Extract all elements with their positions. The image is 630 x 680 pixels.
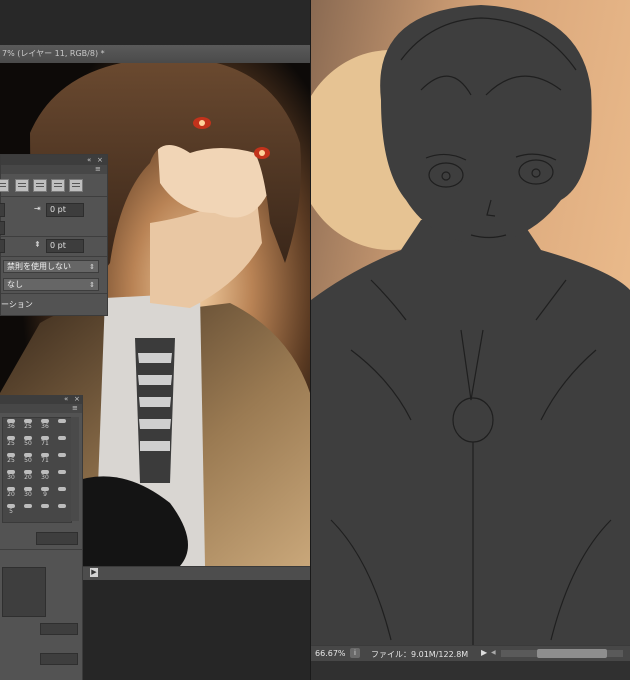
brush-grid-scrollbar[interactable] [71, 417, 79, 521]
brush-preset[interactable] [54, 486, 70, 499]
kinsoku-select[interactable]: 禁則を使用しない ⇕ [3, 260, 99, 273]
panel-tab-strip [0, 404, 82, 413]
mojikumi-select-value: なし [7, 280, 23, 289]
brush-preset[interactable]: 36 [3, 418, 19, 431]
brush-preset[interactable]: 5 [3, 503, 19, 516]
info-icon[interactable]: i [350, 648, 360, 658]
workspace-background [311, 661, 630, 680]
brush-preset[interactable]: 50 [20, 452, 36, 465]
horizontal-scroll-thumb[interactable] [537, 649, 607, 658]
align-left-button[interactable] [0, 179, 9, 192]
brush-preset[interactable]: 30 [3, 469, 19, 482]
collapse-icon[interactable]: « [87, 156, 91, 164]
brush-preset[interactable]: 25 [20, 418, 36, 431]
justify-left-button[interactable] [51, 179, 65, 192]
divider [1, 293, 107, 294]
brush-preset[interactable]: 71 [37, 452, 53, 465]
kinsoku-select-value: 禁則を使用しない [7, 262, 71, 271]
play-icon[interactable]: ▶ [481, 648, 489, 658]
panel-header[interactable] [0, 395, 82, 404]
document-window-right: 66.67% i ファイル：9.01M/122.8M ▶ ◀ [311, 0, 630, 680]
first-line-indent-field[interactable] [0, 221, 5, 235]
select-arrow-icon: ⇕ [89, 263, 95, 271]
brush-preset[interactable]: 9 [37, 486, 53, 499]
hyphenation-checkbox-label[interactable]: ーション [1, 299, 33, 310]
collapse-icon[interactable]: « [64, 395, 68, 403]
brush-option-field[interactable] [40, 653, 78, 665]
brush-preset[interactable] [54, 503, 70, 516]
brush-preset[interactable] [37, 503, 53, 516]
select-arrow-icon: ⇕ [89, 281, 95, 289]
brush-option-field[interactable] [36, 532, 78, 545]
divider [1, 256, 107, 257]
divider [0, 549, 82, 550]
brush-preset[interactable]: 71 [37, 435, 53, 448]
align-right-button[interactable] [33, 179, 47, 192]
justify-center-button[interactable] [69, 179, 83, 192]
indent-right-field[interactable]: 0 pt [46, 203, 84, 217]
brush-preset[interactable]: 30 [37, 469, 53, 482]
brush-preset-grid: 36 25 36 25 50 71 25 50 71 30 20 30 20 3… [2, 417, 72, 523]
brush-preset[interactable] [54, 452, 70, 465]
brush-preset[interactable]: 36 [37, 418, 53, 431]
indent-right-icon: ⇥ [34, 204, 41, 213]
brush-preset[interactable] [54, 469, 70, 482]
space-before-field[interactable]: 0 pt [46, 239, 84, 253]
divider [1, 236, 107, 237]
brush-presets-panel: « × ≡ 36 25 36 25 50 71 25 50 71 30 20 3… [0, 395, 83, 680]
workspace-background [0, 0, 310, 45]
play-icon[interactable]: ▶ [90, 568, 98, 577]
scroll-left-icon[interactable]: ◀ [491, 648, 499, 658]
space-after-field[interactable] [0, 239, 5, 253]
align-center-button[interactable] [15, 179, 29, 192]
panel-menu-icon[interactable]: ≡ [95, 165, 101, 173]
close-icon[interactable]: × [97, 156, 103, 164]
tie-stripes [135, 338, 175, 483]
brush-preset[interactable] [54, 435, 70, 448]
brush-preset[interactable] [20, 503, 36, 516]
paragraph-panel: « × ≡ ⇥ 0 pt ⇞ 0 pt 禁則を使用しない ⇕ なし ⇕ ーション [0, 154, 108, 316]
panel-tab-strip [1, 165, 107, 174]
document-tab-title[interactable]: 7% (レイヤー 11, RGB/8) * [2, 48, 105, 59]
brush-preset[interactable]: 20 [20, 469, 36, 482]
panel-menu-icon[interactable]: ≡ [72, 404, 78, 412]
brush-preset[interactable] [54, 418, 70, 431]
divider [1, 196, 107, 197]
brush-preset[interactable]: 50 [20, 435, 36, 448]
space-before-icon: ⇞ [34, 240, 41, 249]
file-size-info[interactable]: ファイル：9.01M/122.8M [371, 649, 468, 660]
brush-preset[interactable]: 30 [20, 486, 36, 499]
brush-stroke-preview [2, 567, 46, 617]
indent-left-field[interactable] [0, 203, 5, 217]
brush-option-field[interactable] [40, 623, 78, 635]
zoom-level[interactable]: 66.67% [315, 649, 346, 658]
close-icon[interactable]: × [74, 395, 80, 403]
mojikumi-select[interactable]: なし ⇕ [3, 278, 99, 291]
sketch-canvas-right[interactable] [311, 0, 630, 645]
brush-preset[interactable]: 25 [3, 452, 19, 465]
brush-preset[interactable]: 20 [3, 486, 19, 499]
brush-preset[interactable]: 25 [3, 435, 19, 448]
